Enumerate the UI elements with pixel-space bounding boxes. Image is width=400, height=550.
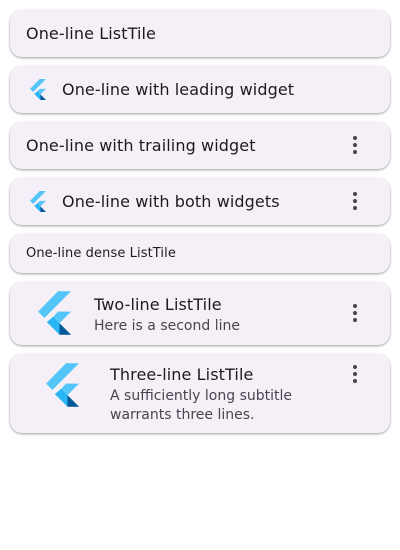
tile-subtitle: Here is a second line xyxy=(94,318,240,334)
tile-title: One-line with leading widget xyxy=(62,80,295,99)
tile-subtitle-line-2: warrants three lines. xyxy=(110,407,255,423)
list-tile-both[interactable]: One-line with both widgets xyxy=(10,178,390,225)
more-vert-icon[interactable] xyxy=(353,192,357,210)
list-tile-dense[interactable]: One-line dense ListTile xyxy=(10,234,390,273)
flutter-logo-icon xyxy=(29,191,46,212)
tile-title: Three-line ListTile xyxy=(110,365,254,384)
tile-title: One-line with both widgets xyxy=(62,192,280,211)
list-tile-leading[interactable]: One-line with leading widget xyxy=(10,66,390,113)
tile-title: One-line dense ListTile xyxy=(26,246,176,261)
more-vert-icon[interactable] xyxy=(353,304,357,322)
tile-title: One-line ListTile xyxy=(26,24,156,43)
more-vert-icon[interactable] xyxy=(353,365,357,383)
more-vert-icon[interactable] xyxy=(353,136,357,154)
list-view: One-line ListTile One-line with leading … xyxy=(0,0,400,550)
tile-subtitle-line-1: A sufficiently long subtitle xyxy=(110,388,293,404)
tile-title: One-line with trailing widget xyxy=(26,136,256,155)
list-tile-trailing[interactable]: One-line with trailing widget xyxy=(10,122,390,169)
flutter-logo-icon xyxy=(44,363,79,407)
list-tile-three-line[interactable]: Three-line ListTile A sufficiently long … xyxy=(10,354,390,433)
flutter-logo-icon xyxy=(29,79,46,100)
list-tile-two-line[interactable]: Two-line ListTile Here is a second line xyxy=(10,282,390,345)
flutter-logo-icon xyxy=(36,291,71,335)
list-tile-one-line[interactable]: One-line ListTile xyxy=(10,10,390,57)
tile-title: Two-line ListTile xyxy=(94,295,222,314)
